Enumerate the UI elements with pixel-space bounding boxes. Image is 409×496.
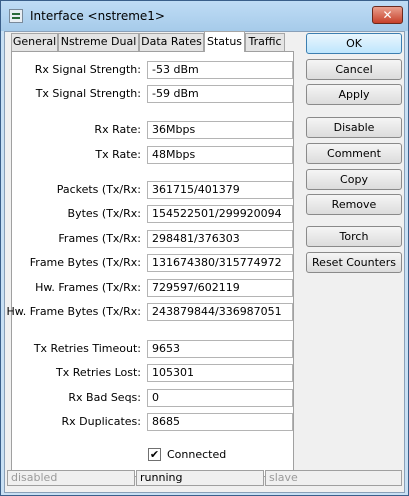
bytes-label: Bytes (Tx/Rx:	[67, 207, 141, 220]
dialog-client-area: General Nstreme Dual Data Rates Status T…	[4, 31, 405, 493]
close-button[interactable]: ✕	[372, 6, 403, 24]
tab-traffic[interactable]: Traffic	[245, 33, 285, 51]
tx-rate-label: Tx Rate:	[95, 148, 141, 161]
remove-button[interactable]: Remove	[306, 194, 402, 215]
tx-signal-strength-field[interactable]: -59 dBm	[147, 85, 293, 103]
connected-checkbox[interactable]: ✔	[148, 448, 161, 461]
tx-retries-lost-field[interactable]: 105301	[147, 364, 293, 382]
hw-frame-bytes-label: Hw. Frame Bytes (Tx/Rx:	[6, 305, 141, 318]
title-bar[interactable]: Interface <nstreme1> ✕	[1, 1, 408, 31]
tx-retries-lost-label: Tx Retries Lost:	[56, 366, 141, 379]
apply-button[interactable]: Apply	[306, 84, 402, 105]
rx-signal-strength-label: Rx Signal Strength:	[34, 63, 141, 76]
reset-counters-button[interactable]: Reset Counters	[306, 252, 402, 273]
frame-bytes-label: Frame Bytes (Tx/Rx:	[29, 256, 141, 269]
rx-rate-field[interactable]: 36Mbps	[147, 121, 293, 139]
rx-bad-seqs-field[interactable]: 0	[147, 389, 293, 407]
hw-frame-bytes-field[interactable]: 243879844/336987051	[147, 303, 293, 321]
packets-label: Packets (Tx/Rx:	[56, 183, 141, 196]
rx-duplicates-label: Rx Duplicates:	[61, 415, 142, 428]
hw-frames-label: Hw. Frames (Tx/Rx:	[35, 281, 141, 294]
copy-button[interactable]: Copy	[306, 169, 402, 190]
rx-bad-seqs-label: Rx Bad Seqs:	[68, 391, 141, 404]
ok-button[interactable]: OK	[306, 33, 402, 54]
app-icon	[9, 9, 23, 23]
hw-frames-field[interactable]: 729597/602119	[147, 279, 293, 297]
tab-status[interactable]: Status	[204, 31, 245, 52]
interface-window: Interface <nstreme1> ✕ General Nstreme D…	[0, 0, 409, 496]
frames-field[interactable]: 298481/376303	[147, 230, 293, 248]
cancel-button[interactable]: Cancel	[306, 59, 402, 80]
comment-button[interactable]: Comment	[306, 143, 402, 164]
rx-rate-label: Rx Rate:	[94, 123, 141, 136]
torch-button[interactable]: Torch	[306, 226, 402, 247]
status-slave: slave	[265, 470, 402, 486]
status-panel: Rx Signal Strength: -53 dBm Tx Signal St…	[7, 51, 294, 477]
tx-retries-timeout-label: Tx Retries Timeout:	[33, 342, 141, 355]
rx-duplicates-field[interactable]: 8685	[147, 413, 293, 431]
frames-label: Frames (Tx/Rx:	[58, 232, 141, 245]
tx-rate-field[interactable]: 48Mbps	[147, 146, 293, 164]
tab-nstreme-dual[interactable]: Nstreme Dual	[58, 33, 139, 51]
window-title: Interface <nstreme1>	[30, 9, 165, 23]
tab-data-rates[interactable]: Data Rates	[139, 33, 204, 51]
bytes-field[interactable]: 154522501/299920094	[147, 205, 293, 223]
rx-signal-strength-field[interactable]: -53 dBm	[147, 61, 293, 79]
tx-signal-strength-label: Tx Signal Strength:	[35, 87, 141, 100]
packets-field[interactable]: 361715/401379	[147, 181, 293, 199]
connected-label: Connected	[167, 448, 227, 461]
status-disabled: disabled	[7, 470, 135, 486]
frame-bytes-field[interactable]: 131674380/315774972	[147, 254, 293, 272]
tab-general[interactable]: General	[11, 33, 58, 51]
status-running: running	[136, 470, 264, 486]
disable-button[interactable]: Disable	[306, 117, 402, 138]
tx-retries-timeout-field[interactable]: 9653	[147, 340, 293, 358]
